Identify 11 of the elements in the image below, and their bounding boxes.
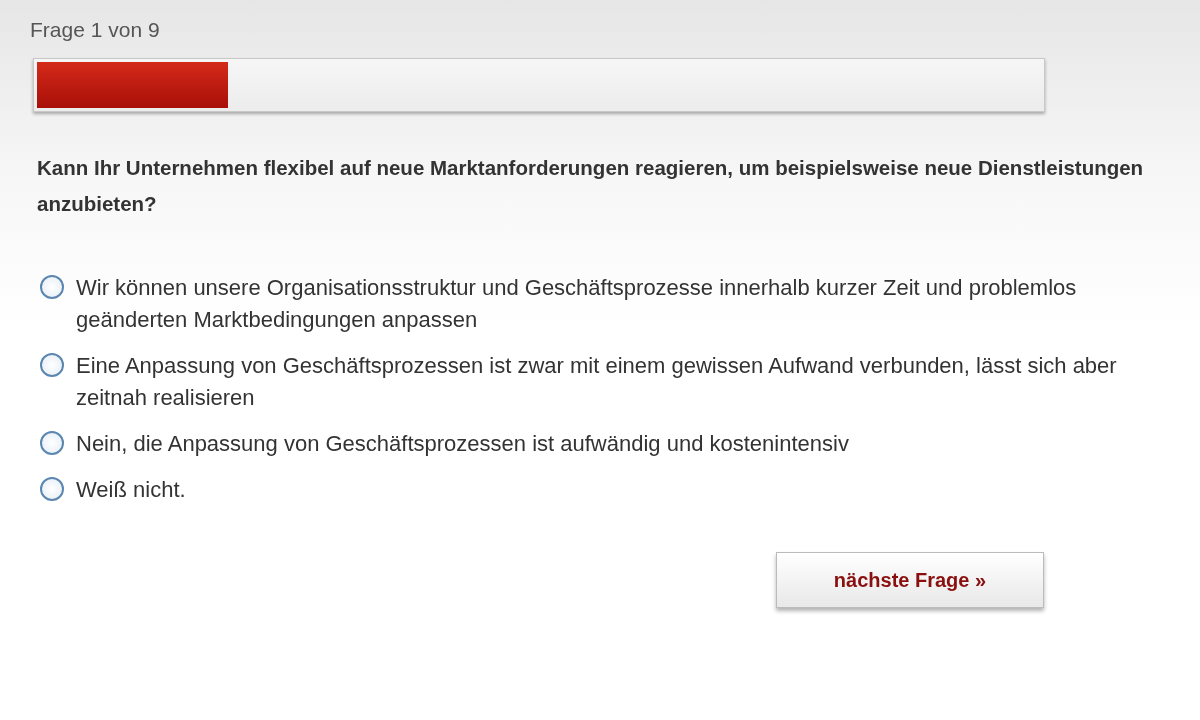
option-label[interactable]: Eine Anpassung von Geschäftsprozessen ist zwar mit einem gewissen Aufwand verbunden, lässt sich aber zeitnah realisieren	[76, 350, 1146, 414]
radio-button[interactable]	[40, 477, 64, 501]
question-text: Kann Ihr Unternehmen flexibel auf neue Marktanforderungen reagieren, um beispielsweise neue Dienstleistungen anzubieten?	[37, 155, 1145, 217]
option-label[interactable]: Weiß nicht.	[76, 474, 1146, 506]
radio-button[interactable]	[40, 431, 64, 455]
progress-label: Frage 1 von 9	[30, 18, 161, 42]
next-question-button[interactable]: nächste Frage »	[776, 552, 1044, 608]
option-label[interactable]: Wir können unsere Organisationsstruktur und Geschäftsprozesse innerhalb kurzer Zeit und problemlos geänderten Marktbedingungen anpassen	[76, 272, 1146, 336]
radio-button[interactable]	[40, 353, 64, 377]
radio-button[interactable]	[40, 275, 64, 299]
option-label[interactable]: Nein, die Anpassung von Geschäftsprozessen ist aufwändig und kostenintensiv	[76, 428, 1146, 460]
